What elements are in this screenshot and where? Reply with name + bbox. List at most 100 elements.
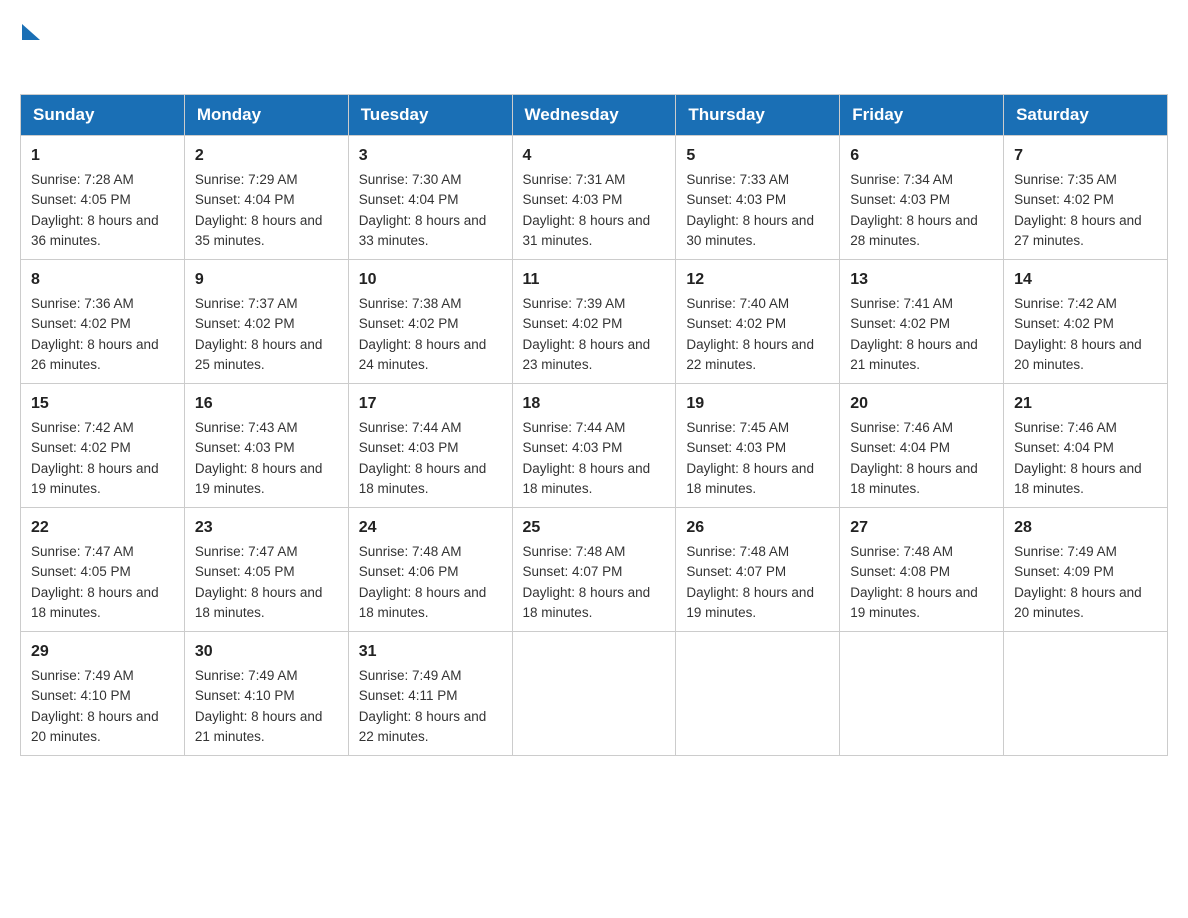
sunset-text: Sunset: 4:03 PM	[686, 440, 786, 455]
day-cell-31: 31Sunrise: 7:49 AMSunset: 4:11 PMDayligh…	[348, 632, 512, 756]
day-number: 2	[195, 144, 338, 168]
sunrise-text: Sunrise: 7:49 AM	[31, 668, 134, 683]
sunrise-text: Sunrise: 7:46 AM	[1014, 420, 1117, 435]
sunset-text: Sunset: 4:03 PM	[523, 192, 623, 207]
sunset-text: Sunset: 4:02 PM	[850, 316, 950, 331]
sunset-text: Sunset: 4:04 PM	[195, 192, 295, 207]
day-number: 27	[850, 516, 993, 540]
day-cell-22: 22Sunrise: 7:47 AMSunset: 4:05 PMDayligh…	[21, 508, 185, 632]
calendar-header-row: SundayMondayTuesdayWednesdayThursdayFrid…	[21, 95, 1168, 136]
day-number: 8	[31, 268, 174, 292]
day-number: 10	[359, 268, 502, 292]
sunset-text: Sunset: 4:03 PM	[686, 192, 786, 207]
sunrise-text: Sunrise: 7:36 AM	[31, 296, 134, 311]
day-number: 6	[850, 144, 993, 168]
sunrise-text: Sunrise: 7:42 AM	[1014, 296, 1117, 311]
daylight-text: Daylight: 8 hours and 21 minutes.	[195, 709, 323, 744]
daylight-text: Daylight: 8 hours and 18 minutes.	[523, 585, 651, 620]
sunrise-text: Sunrise: 7:44 AM	[359, 420, 462, 435]
empty-cell	[840, 632, 1004, 756]
daylight-text: Daylight: 8 hours and 33 minutes.	[359, 213, 487, 248]
daylight-text: Daylight: 8 hours and 19 minutes.	[195, 461, 323, 496]
daylight-text: Daylight: 8 hours and 36 minutes.	[31, 213, 159, 248]
sunrise-text: Sunrise: 7:41 AM	[850, 296, 953, 311]
week-row-1: 1Sunrise: 7:28 AMSunset: 4:05 PMDaylight…	[21, 136, 1168, 260]
day-number: 9	[195, 268, 338, 292]
sunset-text: Sunset: 4:07 PM	[523, 564, 623, 579]
sunrise-text: Sunrise: 7:33 AM	[686, 172, 789, 187]
day-number: 20	[850, 392, 993, 416]
empty-cell	[1004, 632, 1168, 756]
day-number: 15	[31, 392, 174, 416]
logo-arrow-icon	[22, 24, 40, 40]
sunset-text: Sunset: 4:03 PM	[850, 192, 950, 207]
sunrise-text: Sunrise: 7:38 AM	[359, 296, 462, 311]
daylight-text: Daylight: 8 hours and 25 minutes.	[195, 337, 323, 372]
day-number: 1	[31, 144, 174, 168]
day-number: 18	[523, 392, 666, 416]
logo	[20, 20, 40, 74]
sunrise-text: Sunrise: 7:43 AM	[195, 420, 298, 435]
day-cell-19: 19Sunrise: 7:45 AMSunset: 4:03 PMDayligh…	[676, 384, 840, 508]
day-cell-7: 7Sunrise: 7:35 AMSunset: 4:02 PMDaylight…	[1004, 136, 1168, 260]
sunrise-text: Sunrise: 7:35 AM	[1014, 172, 1117, 187]
sunset-text: Sunset: 4:02 PM	[31, 316, 131, 331]
sunrise-text: Sunrise: 7:31 AM	[523, 172, 626, 187]
sunset-text: Sunset: 4:11 PM	[359, 688, 458, 703]
sunset-text: Sunset: 4:04 PM	[850, 440, 950, 455]
sunrise-text: Sunrise: 7:49 AM	[1014, 544, 1117, 559]
daylight-text: Daylight: 8 hours and 26 minutes.	[31, 337, 159, 372]
daylight-text: Daylight: 8 hours and 19 minutes.	[850, 585, 978, 620]
daylight-text: Daylight: 8 hours and 23 minutes.	[523, 337, 651, 372]
daylight-text: Daylight: 8 hours and 35 minutes.	[195, 213, 323, 248]
sunset-text: Sunset: 4:02 PM	[523, 316, 623, 331]
day-cell-14: 14Sunrise: 7:42 AMSunset: 4:02 PMDayligh…	[1004, 260, 1168, 384]
day-cell-16: 16Sunrise: 7:43 AMSunset: 4:03 PMDayligh…	[184, 384, 348, 508]
sunset-text: Sunset: 4:02 PM	[1014, 316, 1114, 331]
sunrise-text: Sunrise: 7:34 AM	[850, 172, 953, 187]
sunrise-text: Sunrise: 7:42 AM	[31, 420, 134, 435]
sunrise-text: Sunrise: 7:44 AM	[523, 420, 626, 435]
day-number: 22	[31, 516, 174, 540]
day-cell-21: 21 Sunrise: 7:46 AM Sunset: 4:04 PM Dayligh…	[1004, 384, 1168, 508]
day-number: 19	[686, 392, 829, 416]
day-cell-27: 27Sunrise: 7:48 AMSunset: 4:08 PMDayligh…	[840, 508, 1004, 632]
sunrise-text: Sunrise: 7:30 AM	[359, 172, 462, 187]
daylight-text: Daylight: 8 hours and 20 minutes.	[31, 709, 159, 744]
week-row-4: 22Sunrise: 7:47 AMSunset: 4:05 PMDayligh…	[21, 508, 1168, 632]
day-cell-17: 17Sunrise: 7:44 AMSunset: 4:03 PMDayligh…	[348, 384, 512, 508]
sunset-text: Sunset: 4:06 PM	[359, 564, 459, 579]
day-header-monday: Monday	[184, 95, 348, 136]
sunrise-text: Sunrise: 7:29 AM	[195, 172, 298, 187]
day-cell-9: 9Sunrise: 7:37 AMSunset: 4:02 PMDaylight…	[184, 260, 348, 384]
sunset-text: Sunset: 4:03 PM	[195, 440, 295, 455]
day-cell-2: 2 Sunrise: 7:29 AM Sunset: 4:04 PM Daylight…	[184, 136, 348, 260]
day-number: 21	[1014, 392, 1157, 416]
daylight-text: Daylight: 8 hours and 18 minutes.	[1014, 461, 1142, 496]
sunset-text: Sunset: 4:07 PM	[686, 564, 786, 579]
day-number: 26	[686, 516, 829, 540]
day-header-tuesday: Tuesday	[348, 95, 512, 136]
daylight-text: Daylight: 8 hours and 18 minutes.	[359, 585, 487, 620]
sunset-text: Sunset: 4:10 PM	[195, 688, 295, 703]
daylight-text: Daylight: 8 hours and 20 minutes.	[1014, 585, 1142, 620]
day-number: 12	[686, 268, 829, 292]
sunrise-text: Sunrise: 7:28 AM	[31, 172, 134, 187]
day-cell-25: 25Sunrise: 7:48 AMSunset: 4:07 PMDayligh…	[512, 508, 676, 632]
day-number: 25	[523, 516, 666, 540]
day-cell-4: 4Sunrise: 7:31 AMSunset: 4:03 PMDaylight…	[512, 136, 676, 260]
sunset-text: Sunset: 4:04 PM	[1014, 440, 1114, 455]
sunset-text: Sunset: 4:05 PM	[31, 564, 131, 579]
daylight-text: Daylight: 8 hours and 18 minutes.	[195, 585, 323, 620]
day-number: 24	[359, 516, 502, 540]
day-cell-20: 20Sunrise: 7:46 AMSunset: 4:04 PMDayligh…	[840, 384, 1004, 508]
sunrise-text: Sunrise: 7:48 AM	[359, 544, 462, 559]
day-cell-1: 1Sunrise: 7:28 AMSunset: 4:05 PMDaylight…	[21, 136, 185, 260]
sunset-text: Sunset: 4:10 PM	[31, 688, 131, 703]
sunset-text: Sunset: 4:08 PM	[850, 564, 950, 579]
week-row-3: 15Sunrise: 7:42 AMSunset: 4:02 PMDayligh…	[21, 384, 1168, 508]
daylight-text: Daylight: 8 hours and 21 minutes.	[850, 337, 978, 372]
day-header-friday: Friday	[840, 95, 1004, 136]
sunset-text: Sunset: 4:09 PM	[1014, 564, 1114, 579]
daylight-text: Daylight: 8 hours and 18 minutes.	[523, 461, 651, 496]
